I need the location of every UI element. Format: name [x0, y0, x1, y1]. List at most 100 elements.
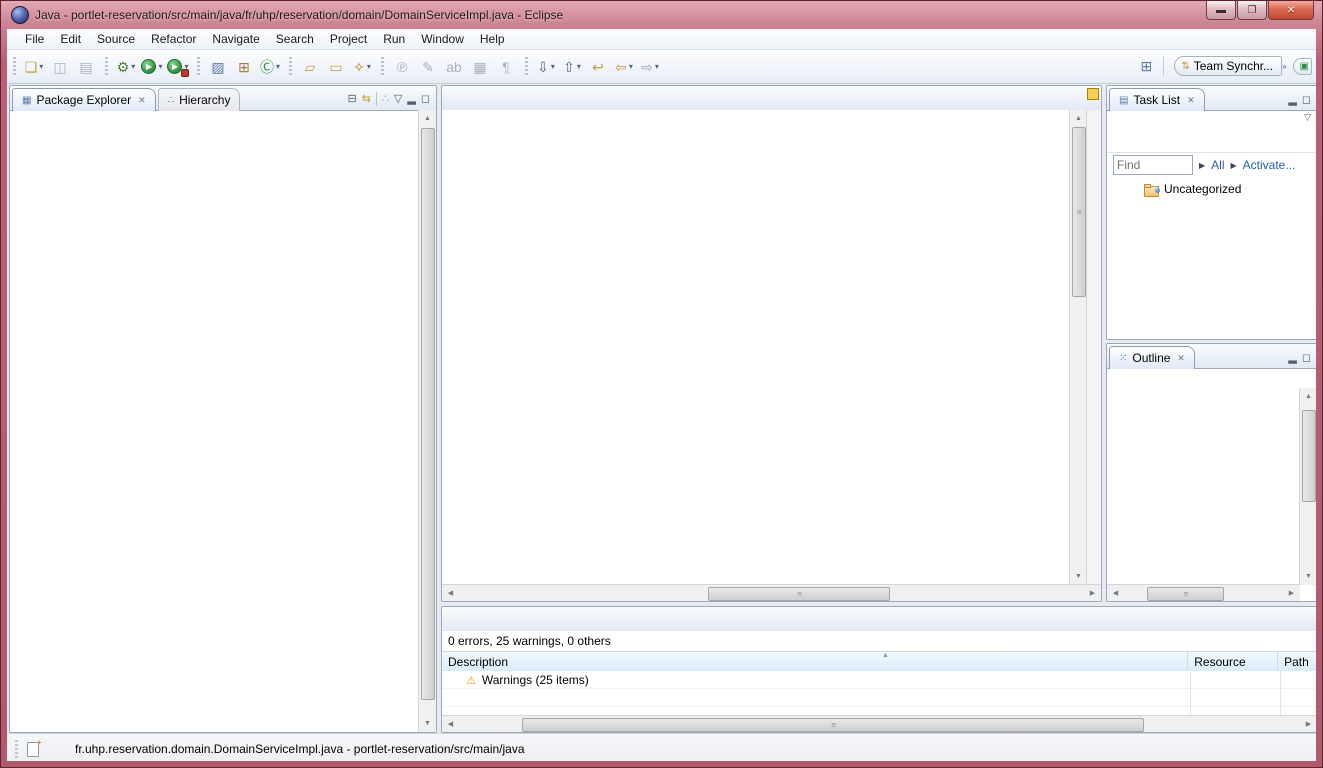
menu-window[interactable]: Window: [413, 30, 472, 48]
warnings-group-row[interactable]: ⚠ Warnings (25 items): [442, 671, 1316, 689]
open-resource-icon[interactable]: ▭: [323, 55, 349, 79]
scroll-down-icon[interactable]: ▼: [1070, 568, 1087, 585]
search-torch-dropdown-icon[interactable]: ▾: [367, 62, 371, 71]
menu-file[interactable]: File: [17, 30, 52, 48]
forward-dropdown-icon[interactable]: ▾: [655, 62, 659, 71]
run-dropdown-icon[interactable]: ▾: [158, 62, 162, 71]
scroll-right-icon[interactable]: ▶: [1084, 585, 1101, 601]
tab-task-list[interactable]: ▤ Task List ✕: [1109, 88, 1205, 111]
print-icon[interactable]: ▤: [73, 55, 99, 79]
view-menu-chevron-icon[interactable]: ▽: [1304, 112, 1311, 123]
next-annotation-icon[interactable]: ⇩▾: [533, 55, 559, 79]
problems-hscrollbar[interactable]: ◀ ≡ ▶: [442, 715, 1316, 732]
minimize-view-icon[interactable]: ▂: [1288, 95, 1296, 106]
toolbar-grip: [105, 57, 108, 77]
close-button[interactable]: ✕: [1268, 1, 1314, 20]
forward-icon[interactable]: ⇨▾: [637, 55, 663, 79]
scroll-right-icon[interactable]: ▶: [1283, 585, 1300, 601]
scroll-left-icon[interactable]: ◀: [442, 716, 459, 732]
activate-chevron-icon[interactable]: ▶: [1231, 161, 1237, 170]
menu-refactor[interactable]: Refactor: [143, 30, 204, 48]
scroll-up-icon[interactable]: ▲: [1070, 110, 1087, 127]
new-wizard-dropdown-icon[interactable]: ▾: [39, 62, 43, 71]
package-explorer-view: ▦ Package Explorer ✕ ∴ Hierarchy ⊟⇆∴▽▂◻ …: [9, 85, 437, 733]
previous-annotation-icon[interactable]: ⇧▾: [559, 55, 585, 79]
activate-link[interactable]: Activate...: [1243, 158, 1296, 172]
scroll-left-icon[interactable]: ◀: [442, 585, 459, 601]
filter-all-link[interactable]: All: [1211, 158, 1224, 172]
task-category-row[interactable]: Uncategorized: [1143, 180, 1241, 198]
maximize-view-icon[interactable]: ◻: [1302, 95, 1311, 106]
back-icon[interactable]: ⇦▾: [611, 55, 637, 79]
tab-package-explorer[interactable]: ▦ Package Explorer ✕: [12, 88, 156, 111]
new-java-package-icon[interactable]: ⊞: [231, 55, 257, 79]
new-java-class-dropdown-icon[interactable]: ▾: [276, 62, 280, 71]
run-external-tools-icon[interactable]: ▶▾: [165, 55, 191, 79]
menu-navigate[interactable]: Navigate: [204, 30, 267, 48]
menu-help[interactable]: Help: [472, 30, 513, 48]
show-selected-element-icon[interactable]: ▦: [467, 55, 493, 79]
close-icon[interactable]: ✕: [138, 95, 146, 106]
close-icon[interactable]: ✕: [1187, 95, 1195, 106]
maximize-view-icon[interactable]: ◻: [1302, 353, 1311, 364]
perspective-overflow-chevron[interactable]: »: [1282, 62, 1286, 71]
column-description[interactable]: Description▲: [442, 652, 1188, 671]
column-path[interactable]: Path: [1278, 652, 1316, 671]
minimize-button[interactable]: ▬: [1206, 1, 1236, 20]
new-java-project-icon[interactable]: ▨: [205, 55, 231, 79]
outline-vscrollbar[interactable]: ▲ ▼: [1299, 388, 1316, 585]
maximize-icon[interactable]: ◻: [421, 94, 430, 105]
minimize-view-icon[interactable]: ▂: [1288, 353, 1296, 364]
overview-warning-summary-icon[interactable]: [1087, 88, 1099, 100]
minimize-icon[interactable]: ▂: [407, 94, 415, 105]
code-area[interactable]: [442, 110, 1070, 585]
next-annotation-dropdown-icon[interactable]: ▾: [551, 62, 555, 71]
scroll-left-icon[interactable]: ◀: [1107, 585, 1124, 601]
java-perspective-button[interactable]: ▣: [1293, 58, 1312, 75]
new-java-class-icon[interactable]: Ⓒ▾: [257, 55, 283, 79]
scroll-up-icon[interactable]: ▲: [419, 110, 436, 127]
menu-project[interactable]: Project: [322, 30, 375, 48]
tab-hierarchy[interactable]: ∴ Hierarchy: [158, 88, 241, 111]
menu-search[interactable]: Search: [268, 30, 322, 48]
editor-hscrollbar[interactable]: ◀ ≡ ▶: [442, 584, 1101, 601]
scroll-down-icon[interactable]: ▼: [419, 715, 436, 732]
open-perspective-button[interactable]: ⊞: [1133, 54, 1159, 78]
run-icon[interactable]: ▶▾: [139, 55, 165, 79]
previous-annotation-dropdown-icon[interactable]: ▾: [577, 62, 581, 71]
show-source-icon[interactable]: ℗: [389, 55, 415, 79]
block-selection-icon[interactable]: ab: [441, 55, 467, 79]
debug-icon[interactable]: ⚙▾: [113, 55, 139, 79]
close-icon[interactable]: ✕: [1177, 353, 1185, 364]
scroll-up-icon[interactable]: ▲: [1300, 388, 1316, 405]
back-dropdown-icon[interactable]: ▾: [629, 62, 633, 71]
expand-all-icon[interactable]: ▶: [1199, 161, 1205, 170]
show-whitespace-icon[interactable]: ¶: [493, 55, 519, 79]
menu-icon[interactable]: ▽: [394, 94, 402, 105]
save-icon[interactable]: ◫: [47, 55, 73, 79]
team-synchronizing-perspective-button[interactable]: ⇅ Team Synchr...: [1174, 56, 1282, 76]
scroll-right-icon[interactable]: ▶: [1300, 716, 1316, 732]
scroll-down-icon[interactable]: ▼: [1300, 568, 1316, 585]
tab-outline[interactable]: ⁙ Outline ✕: [1109, 346, 1195, 369]
mark-occurrences-icon[interactable]: ✎: [415, 55, 441, 79]
menu-run[interactable]: Run: [375, 30, 413, 48]
view-menu-icon[interactable]: ∴: [382, 94, 389, 105]
editor-vscrollbar[interactable]: ▲ ≡ ▼: [1069, 110, 1087, 585]
debug-dropdown-icon[interactable]: ▾: [131, 62, 135, 71]
column-resource[interactable]: Resource: [1188, 652, 1278, 671]
open-type-icon[interactable]: ▱: [297, 55, 323, 79]
menu-edit[interactable]: Edit: [52, 30, 89, 48]
new-wizard-icon[interactable]: ❏▾: [21, 55, 47, 79]
overview-ruler[interactable]: [1086, 110, 1101, 585]
maximize-button[interactable]: ❐: [1237, 1, 1267, 20]
menu-source[interactable]: Source: [89, 30, 143, 48]
title-bar[interactable]: Java - portlet-reservation/src/main/java…: [1, 1, 1322, 29]
outline-hscrollbar[interactable]: ◀ ≡ ▶: [1107, 584, 1300, 601]
task-find-input[interactable]: [1113, 155, 1193, 175]
link-with-editor-icon[interactable]: ⇆: [362, 94, 371, 105]
collapse-all-icon[interactable]: ⊟: [347, 94, 356, 105]
last-edit-location-icon[interactable]: ↩: [585, 55, 611, 79]
package-explorer-vscrollbar[interactable]: ▲ ▼: [418, 110, 436, 732]
search-torch-icon[interactable]: ✧▾: [349, 55, 375, 79]
